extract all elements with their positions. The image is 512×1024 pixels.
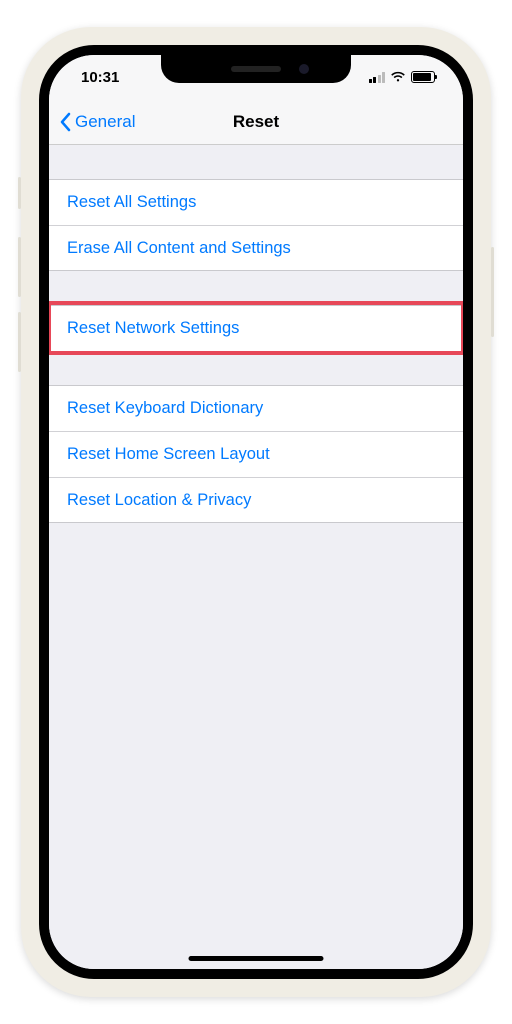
home-indicator[interactable] xyxy=(189,956,324,961)
cell-label: Reset All Settings xyxy=(67,193,196,212)
wifi-icon xyxy=(390,71,406,83)
erase-all-content-cell[interactable]: Erase All Content and Settings xyxy=(49,225,463,271)
cell-label: Reset Location & Privacy xyxy=(67,491,251,510)
power-button xyxy=(491,247,494,337)
screen: 10:31 General Reset xyxy=(39,45,473,979)
notch xyxy=(161,55,351,83)
cell-label: Reset Home Screen Layout xyxy=(67,445,270,464)
volume-up-button xyxy=(18,237,21,297)
content: Reset All Settings Erase All Content and… xyxy=(49,145,463,969)
reset-home-screen-layout-cell[interactable]: Reset Home Screen Layout xyxy=(49,431,463,477)
cell-label: Reset Network Settings xyxy=(67,319,239,338)
navigation-bar: General Reset xyxy=(49,99,463,145)
cell-label: Erase All Content and Settings xyxy=(67,239,291,258)
reset-all-settings-cell[interactable]: Reset All Settings xyxy=(49,179,463,225)
battery-icon xyxy=(411,71,435,83)
front-camera xyxy=(299,64,309,74)
settings-group-3: Reset Keyboard Dictionary Reset Home Scr… xyxy=(49,385,463,523)
reset-location-privacy-cell[interactable]: Reset Location & Privacy xyxy=(49,477,463,523)
status-right xyxy=(369,71,436,83)
reset-network-settings-cell[interactable]: Reset Network Settings xyxy=(49,305,463,351)
speaker xyxy=(231,66,281,72)
cell-label: Reset Keyboard Dictionary xyxy=(67,399,263,418)
silent-switch xyxy=(18,177,21,209)
settings-group-2: Reset Network Settings xyxy=(49,305,463,351)
reset-keyboard-dictionary-cell[interactable]: Reset Keyboard Dictionary xyxy=(49,385,463,431)
cellular-signal-icon xyxy=(369,72,386,83)
page-title: Reset xyxy=(233,112,279,132)
status-time: 10:31 xyxy=(81,69,119,86)
chevron-left-icon xyxy=(59,112,71,132)
back-button[interactable]: General xyxy=(59,112,135,132)
back-label: General xyxy=(75,112,135,132)
phone-frame: 10:31 General Reset xyxy=(21,27,491,997)
settings-group-1: Reset All Settings Erase All Content and… xyxy=(49,179,463,271)
volume-down-button xyxy=(18,312,21,372)
